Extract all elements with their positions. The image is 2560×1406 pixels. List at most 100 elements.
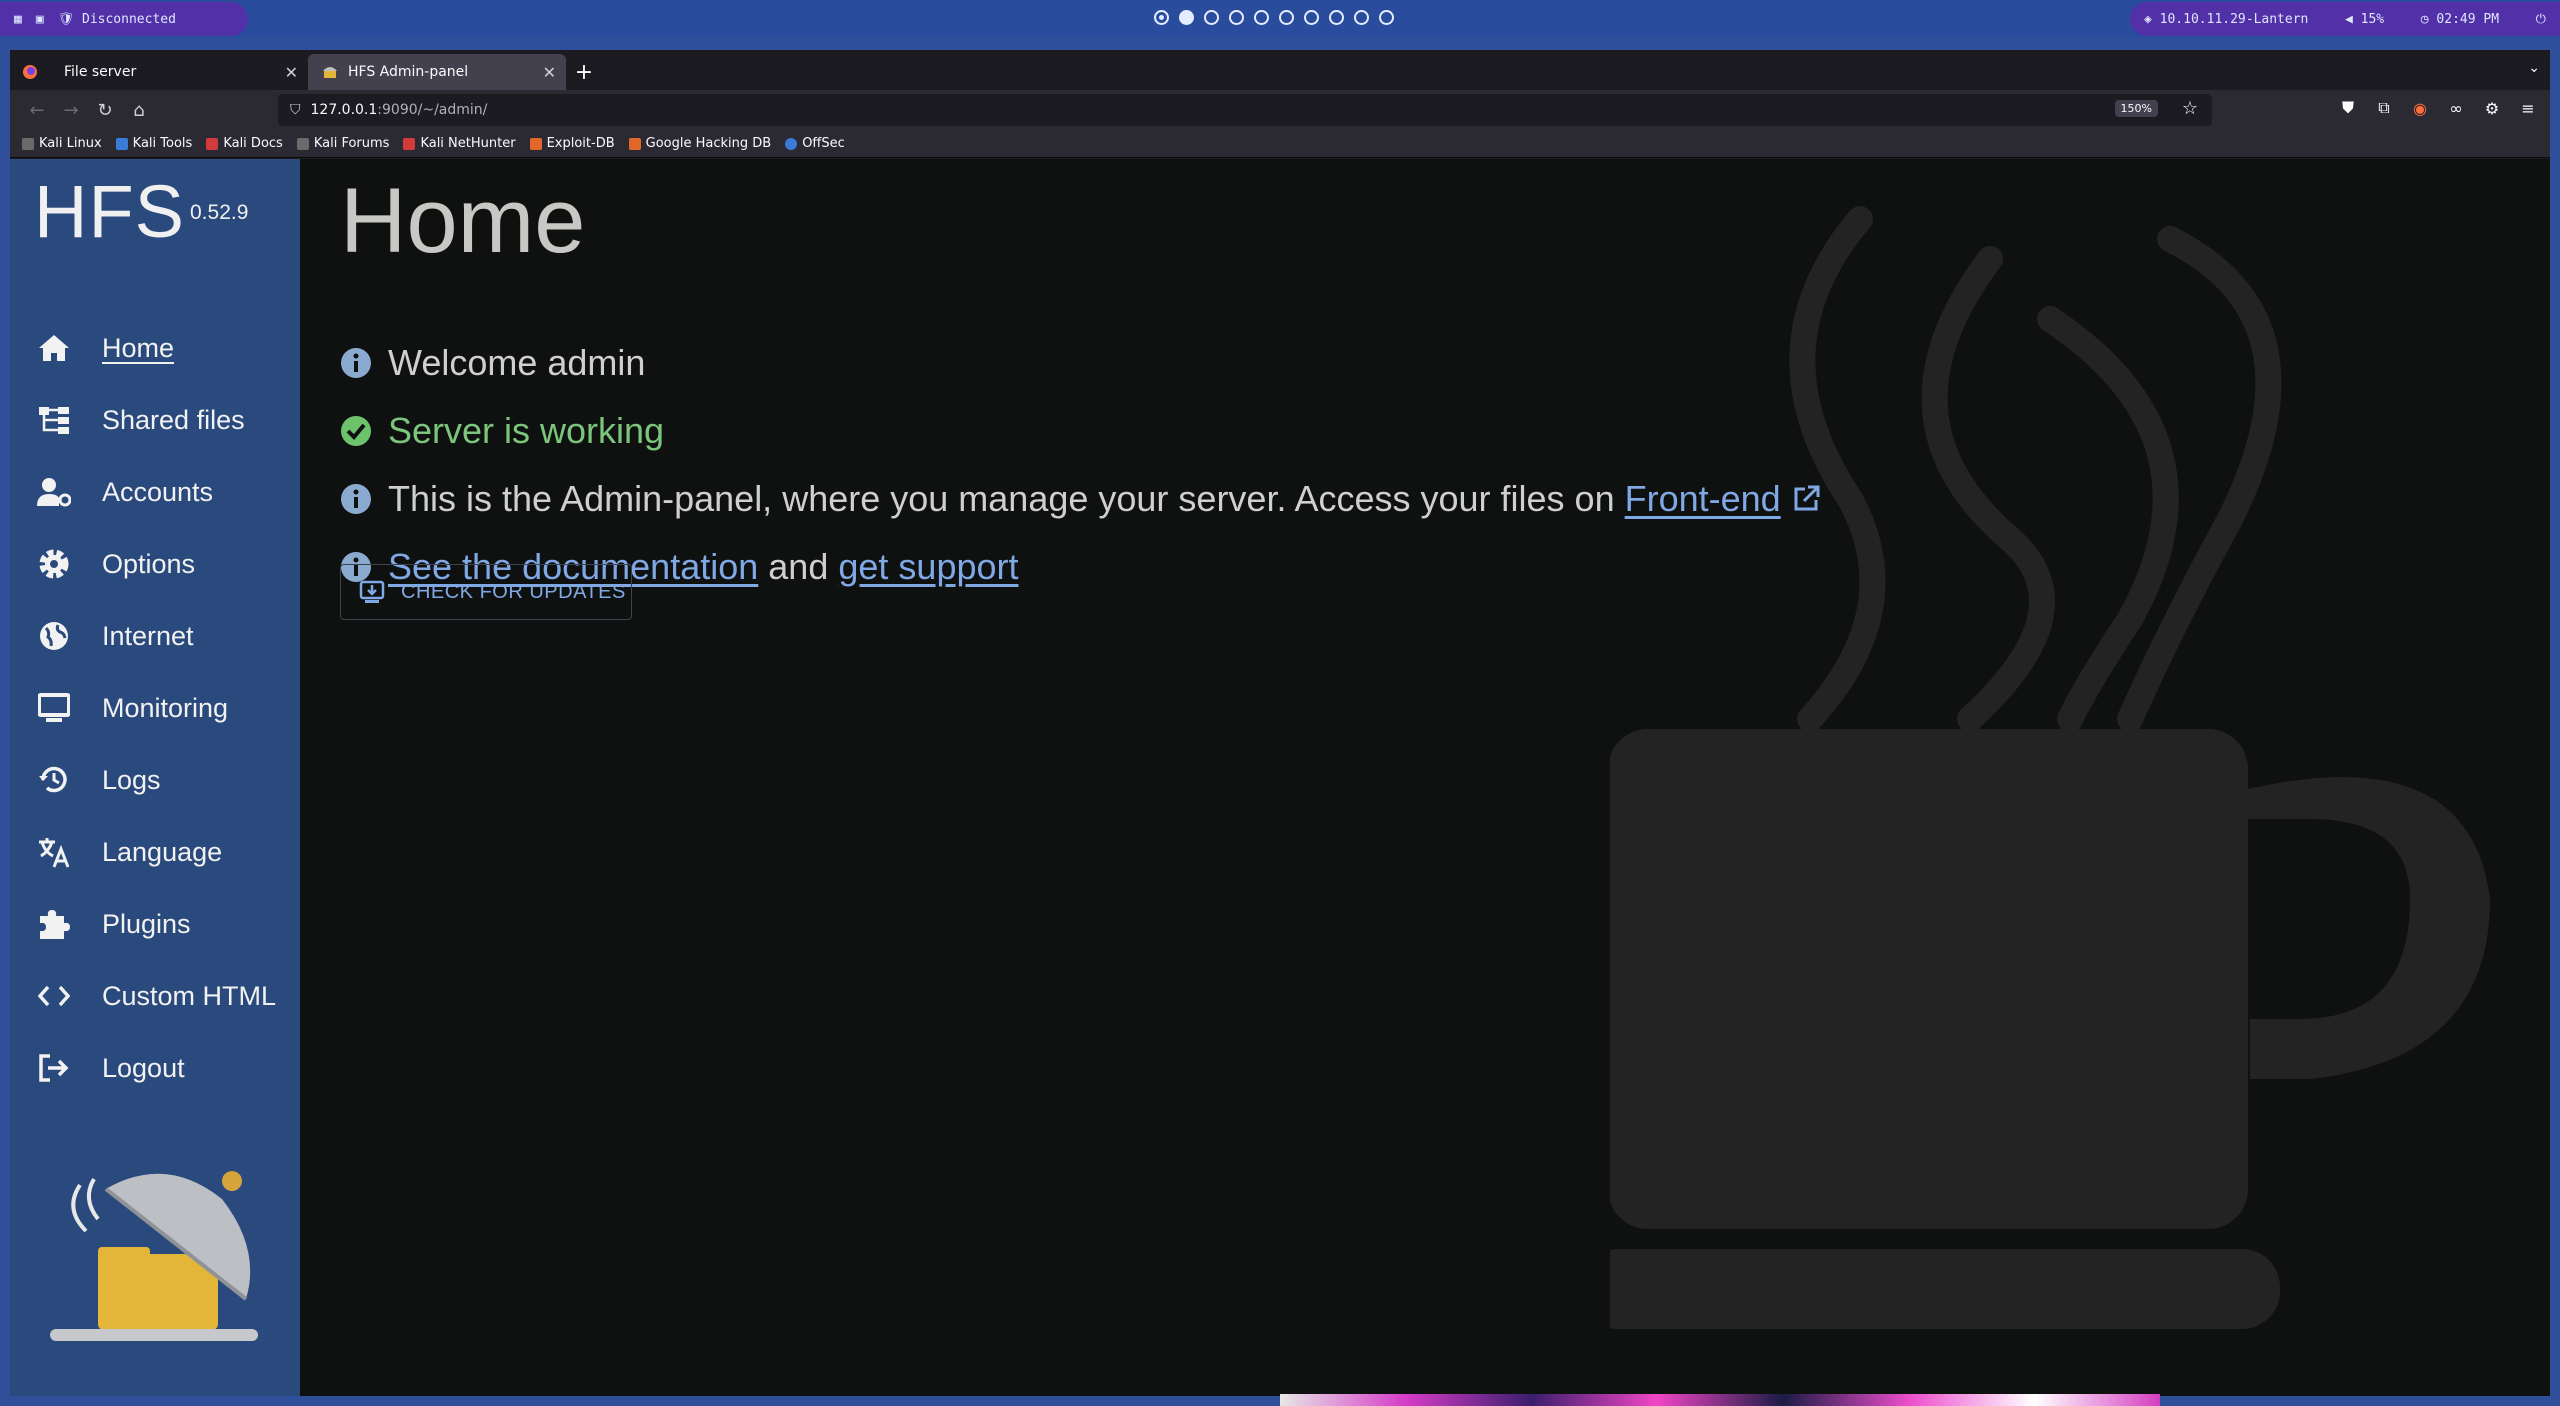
app-menu-icon[interactable]: ≡ [2516,96,2540,120]
pocket-icon[interactable]: ⛊ [2336,96,2360,120]
bookmark-item[interactable]: Google Hacking DB [628,136,772,151]
check-for-updates-button[interactable]: CHECK FOR UPDATES [340,564,632,620]
support-link[interactable]: get support [838,546,1018,588]
settings-icon[interactable]: ⚙ [2480,96,2504,120]
frontend-link[interactable]: Front-end [1625,478,1781,520]
workspace-7[interactable] [1304,10,1319,25]
and-text: and [768,546,829,587]
workspace-9[interactable] [1354,10,1369,25]
sidebar-item-language[interactable]: Language [10,816,300,888]
sidebar-item-home[interactable]: Home [10,312,300,384]
zoom-level[interactable]: 150% [2114,100,2158,117]
clock[interactable]: ◷ 02:49 PM [2421,12,2499,27]
tab-hfs-admin[interactable]: HFS Admin-panel ✕ [308,54,566,90]
workspace-8[interactable] [1329,10,1344,25]
sidebar-item-label: Monitoring [102,692,229,723]
bookmark-item[interactable]: Exploit-DB [529,136,615,151]
system-bar-right: ◈ 10.10.11.29-Lantern ◀ 15% ◷ 02:49 PM ⏻ [2130,2,2560,36]
browser-window: File server ✕ HFS Admin-panel ✕ + ⌄ ← → … [10,50,2550,1396]
workspace-2[interactable] [1179,10,1194,25]
bookmark-item[interactable]: OffSec [785,136,845,151]
hfs-mascot-icon [50,1171,258,1341]
workspace-3[interactable] [1204,10,1219,25]
tab-bar: File server ✕ HFS Admin-panel ✕ + ⌄ [10,50,2550,90]
welcome-text: Welcome admin [388,342,646,383]
admin-info: This is the Admin-panel, where you manag… [340,478,1821,520]
url-bar[interactable]: ⛉ 127.0.0.1:9090/~/admin/ 150% ☆ [278,94,2212,126]
bookmark-label: Google Hacking DB [645,136,772,151]
workspace-10[interactable] [1379,10,1394,25]
hackbar-icon[interactable]: ∞ [2444,96,2468,120]
server-status-text: Server is working [388,410,665,451]
new-tab-button[interactable]: + [566,54,602,90]
sidebar: HFS 0.52.9 Home Shared files Accounts Op… [10,159,300,1396]
bookmark-item[interactable]: Kali NetHunter [403,136,516,151]
tab-file-server[interactable]: File server ✕ [50,54,308,90]
system-bar-left: ▦ ▣ 🛡 Disconnected [0,2,248,36]
translate-icon [34,832,74,872]
sidebar-item-custom-html[interactable]: Custom HTML [10,960,300,1032]
sidebar-item-shared-files[interactable]: Shared files [10,384,300,456]
home-browser-icon[interactable]: ⌂ [122,94,156,126]
gear-icon [34,544,74,584]
apps-menu-icon[interactable]: ▦ [14,12,22,27]
bookmark-label: Exploit-DB [546,136,615,151]
extensions-icon[interactable]: ⧉ [2372,96,2396,120]
sidebar-item-label: Custom HTML [102,980,277,1011]
network-indicator[interactable]: ◈ 10.10.11.29-Lantern [2144,12,2308,27]
forward-icon[interactable]: → [54,94,88,126]
reload-icon[interactable]: ↻ [88,94,122,126]
power-icon[interactable]: ⏻ [2536,12,2546,27]
bookmark-label: OffSec [802,136,845,151]
toolbar-icons: ⛊ ⧉ ◉ ∞ ⚙ ≡ [2336,96,2540,120]
sidebar-item-label: Accounts [102,476,214,507]
sidebar-item-monitoring[interactable]: Monitoring [10,672,300,744]
sitemap-icon [34,400,74,440]
external-link-icon[interactable] [1791,484,1821,514]
sidebar-item-label: Internet [102,620,194,651]
sidebar-item-logout[interactable]: Logout [10,1032,300,1104]
welcome-message: Welcome admin [340,342,645,384]
system-top-bar: ▦ ▣ 🛡 Disconnected ◈ 10.10.11.29-Lantern… [0,0,2560,38]
foxyproxy-icon[interactable]: ◉ [2408,96,2432,120]
bookmark-item[interactable]: Kali Forums [296,136,389,151]
info-icon [341,348,371,378]
sidebar-item-label: Language [102,836,223,867]
workspace-5[interactable] [1254,10,1269,25]
page-title: Home [340,170,586,272]
sidebar-item-logs[interactable]: Logs [10,744,300,816]
url-host: 127.0.0.1 [310,102,378,118]
sidebar-item-plugins[interactable]: Plugins [10,888,300,960]
check-circle-icon [341,416,371,446]
bookmark-label: Kali Docs [223,136,283,151]
close-tab-icon[interactable]: ✕ [285,63,298,82]
workspace-6[interactable] [1279,10,1294,25]
volume-label: 15% [2360,11,2385,27]
bookmark-item[interactable]: Kali Docs [206,136,283,151]
globe-icon [34,616,74,656]
navigation-bar: ← → ↻ ⌂ ⛉ 127.0.0.1:9090/~/admin/ 150% ☆… [10,90,2550,130]
window-icon[interactable]: ▣ [36,12,44,27]
list-all-tabs-icon[interactable]: ⌄ [2528,60,2540,76]
firefox-menu-icon[interactable] [10,54,50,90]
volume-indicator[interactable]: ◀ 15% [2345,12,2384,27]
sidebar-item-label: Options [102,548,196,579]
bookmark-star-icon[interactable]: ☆ [2182,98,2198,119]
site-info-icon[interactable]: ⛉ [290,102,301,118]
user-gear-icon [34,472,74,512]
bookmark-item[interactable]: Kali Linux [22,136,102,151]
download-icon [359,580,385,603]
workspace-4[interactable] [1229,10,1244,25]
sidebar-item-accounts[interactable]: Accounts [10,456,300,528]
bookmark-label: Kali Linux [39,136,102,151]
vpn-status[interactable]: 🛡 Disconnected [58,12,176,27]
bookmark-item[interactable]: Kali Tools [115,136,192,151]
sidebar-item-options[interactable]: Options [10,528,300,600]
sidebar-item-internet[interactable]: Internet [10,600,300,672]
workspace-1[interactable] [1154,10,1169,25]
hfs-favicon-icon [322,64,338,80]
url-path: :9090/~/admin/ [377,102,488,118]
close-tab-icon[interactable]: ✕ [543,63,556,82]
logout-icon [34,1048,74,1088]
back-icon[interactable]: ← [20,94,54,126]
